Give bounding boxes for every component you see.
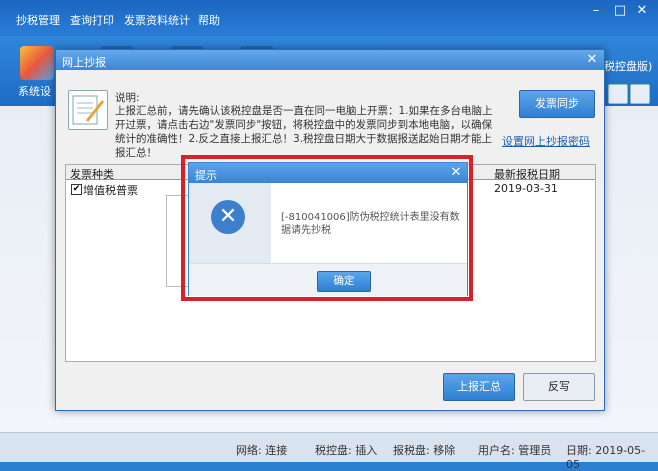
ok-button[interactable]: 确定	[317, 271, 371, 292]
dialog-close-icon[interactable]: ✕	[584, 52, 600, 68]
status-bar: 网络: 连接 税控盘: 插入 报税盘: 移除 用户名: 管理员 日期: 2019…	[0, 432, 658, 471]
menu-tax-management[interactable]: 抄税管理	[16, 12, 60, 28]
alert-footer: 确定	[189, 263, 467, 296]
invoice-sync-button[interactable]: 发票同步	[519, 90, 595, 118]
notepad-icon	[68, 90, 108, 130]
date-status: 日期: 2019-05-05	[566, 444, 646, 471]
alert-dialog: 提示 ✕ ✕ [-810041006]防伪税控统计表里没有数据请先抄税 确定	[188, 162, 468, 296]
column-invoice-type[interactable]: 发票种类	[70, 166, 114, 182]
alert-titlebar[interactable]: 提示 ✕	[189, 163, 467, 183]
error-x-icon: ✕	[211, 200, 245, 234]
report-disk-status: 报税盘: 移除	[393, 444, 456, 457]
dialog-title: 网上抄报	[62, 56, 106, 69]
alert-close-icon[interactable]: ✕	[449, 165, 463, 181]
reverse-write-button[interactable]: 反写	[523, 373, 595, 401]
menu-invoice-statistics[interactable]: 发票资料统计	[124, 12, 190, 28]
tax-disk-status: 税控盘: 插入	[315, 444, 378, 457]
minimize-icon[interactable]: –	[586, 2, 606, 20]
column-latest-date[interactable]: 最新报税日期	[494, 166, 560, 182]
printer-icon[interactable]	[608, 84, 628, 104]
user-status: 用户名: 管理员	[478, 444, 552, 457]
menu-help[interactable]: 帮助	[198, 12, 220, 28]
menu-query-print[interactable]: 查询打印	[70, 12, 114, 28]
menu-bar: 抄税管理 查询打印 发票资料统计 帮助 – □ ✕	[0, 0, 658, 36]
upload-summary-button[interactable]: 上报汇总	[443, 373, 515, 401]
maximize-icon[interactable]: □	[610, 2, 630, 20]
alert-title: 提示	[195, 169, 217, 182]
alert-icon-panel: ✕	[189, 183, 271, 263]
row-checkbox[interactable]: ✔	[71, 184, 82, 195]
calculator-icon[interactable]	[630, 84, 650, 104]
close-icon[interactable]: ✕	[632, 2, 652, 20]
system-settings-icon[interactable]	[20, 46, 54, 80]
note-text: 上报汇总前，请先确认该税控盘是否一直在同一电脑上开票：1.如果在多台电脑上开过票…	[115, 105, 493, 159]
version-label: 税控盘版)	[604, 60, 653, 73]
alert-message: [-810041006]防伪税控统计表里没有数据请先抄税	[281, 212, 460, 236]
row-latest-date: 2019-03-31	[494, 182, 558, 195]
set-password-link[interactable]: 设置网上抄报密码	[502, 133, 590, 149]
row-invoice-type: 增值税普票	[83, 184, 138, 197]
system-settings-label: 系统设	[18, 85, 51, 98]
network-status: 网络: 连接	[236, 444, 288, 457]
note-heading: 说明:	[115, 92, 140, 104]
dialog-titlebar[interactable]: 网上抄报 ✕	[56, 50, 604, 70]
